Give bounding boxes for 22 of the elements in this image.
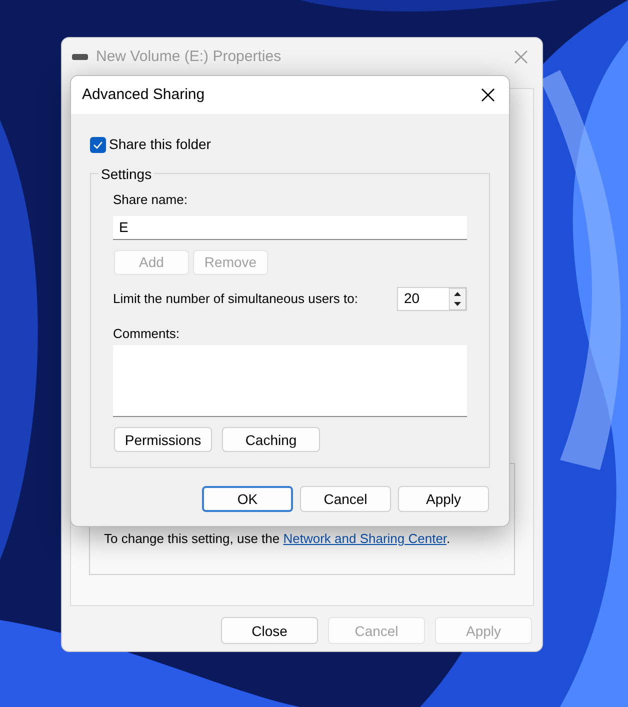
checkbox[interactable] <box>90 136 106 152</box>
dialog-button[interactable]: Cancel <box>300 486 391 512</box>
dialog-button[interactable]: Close <box>221 617 318 644</box>
dialog-title: Advanced Sharing <box>82 84 206 105</box>
share-name-field[interactable]: E <box>113 216 467 240</box>
dialog-button[interactable]: Apply <box>398 486 489 512</box>
field-label: Comments: <box>113 324 180 342</box>
checkbox-label: Share this folder <box>109 135 211 154</box>
info-text: To change this setting, use the Network and Sharing Center. <box>104 530 450 548</box>
dialog-button[interactable]: Caching <box>222 427 320 452</box>
field-label: Share name: <box>113 191 188 209</box>
network-sharing-link[interactable]: Network and Sharing Center <box>283 531 447 546</box>
dialog-button[interactable]: OK <box>202 486 293 512</box>
comments-field[interactable] <box>113 345 467 417</box>
window-title: New Volume (E:) Properties <box>96 46 282 67</box>
field-label: Limit the number of simultaneous users to: <box>113 290 359 308</box>
checkmark-icon <box>93 140 103 148</box>
user-limit-spinner[interactable]: 20 <box>397 286 467 310</box>
dialog-button[interactable]: Permissions <box>114 427 212 452</box>
close-icon[interactable] <box>481 88 495 102</box>
drive-icon <box>72 53 88 61</box>
spinner-arrows-icon[interactable] <box>449 288 466 310</box>
